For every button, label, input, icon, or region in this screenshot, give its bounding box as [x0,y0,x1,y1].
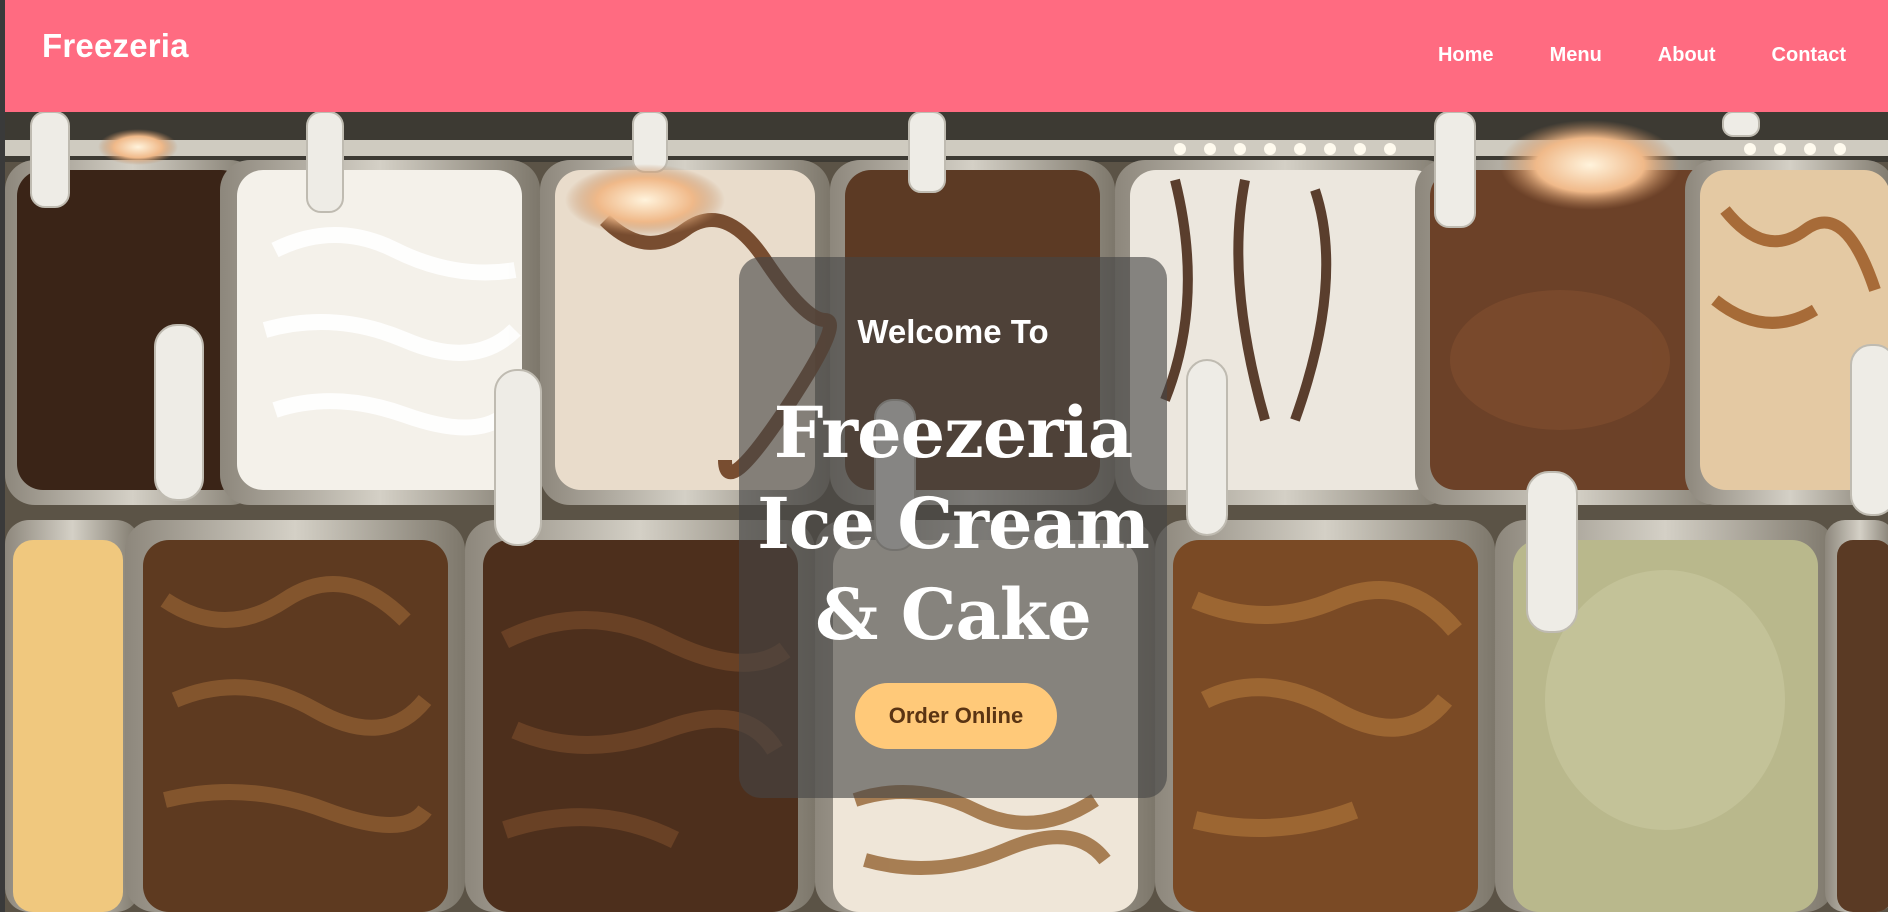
page: Freezeria Home Menu About Contact Welcom… [5,0,1888,912]
headline-line-3: & Cake [815,573,1092,656]
nav-link-menu[interactable]: Menu [1550,44,1602,67]
nav-link-home[interactable]: Home [1438,44,1494,67]
headline-line-1: Freezeria [773,391,1134,474]
headline-line-2: Ice Cream [757,482,1150,565]
hero-headline: Freezeria Ice Cream & Cake [739,387,1167,660]
order-online-button[interactable]: Order Online [855,683,1057,749]
nav-link-about[interactable]: About [1658,44,1716,67]
nav-link-contact[interactable]: Contact [1772,44,1846,67]
brand-logo[interactable]: Freezeria [42,27,189,65]
top-navbar: Freezeria Home Menu About Contact [5,0,1888,112]
hero-card: Welcome To Freezeria Ice Cream & Cake Or… [739,257,1167,798]
welcome-text: Welcome To [857,313,1049,350]
main-nav: Home Menu About Contact [1438,44,1846,67]
